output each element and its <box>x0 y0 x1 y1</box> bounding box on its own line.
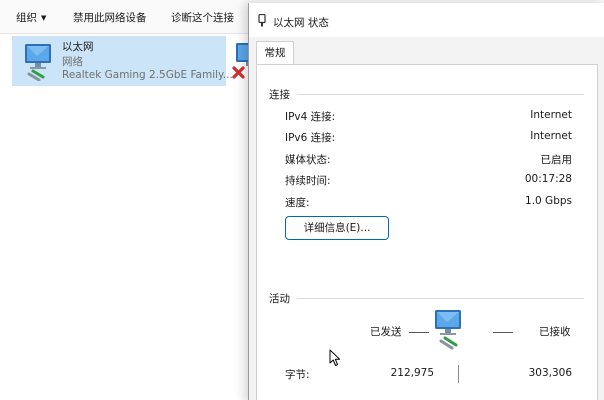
ipv4-label: IPv4 连接: <box>285 111 336 123</box>
media-state-value: 已启用 <box>540 154 573 166</box>
connection-name: 以太网 <box>62 41 94 53</box>
tab-general[interactable]: 常规 <box>256 41 294 65</box>
disable-device-button[interactable]: 禁用此网络设备 <box>73 10 147 25</box>
duration-label: 持续时间: <box>285 175 331 187</box>
ipv6-label: IPv6 连接: <box>285 132 336 144</box>
speed-label: 速度: <box>285 197 310 209</box>
dialog-title-bar[interactable]: 以太网 状态 <box>249 3 604 37</box>
bytes-label: 字节: <box>285 369 310 381</box>
speed-value: 1.0 Gbps <box>525 195 572 207</box>
media-state-label: 媒体状态: <box>285 154 331 166</box>
tab-strip: 常规 <box>249 37 604 65</box>
bytes-received-value: 303,306 <box>528 367 572 379</box>
diagnose-connection-button[interactable]: 诊断这个连接 <box>171 10 234 25</box>
received-dash <box>493 332 513 333</box>
section-divider <box>297 94 584 95</box>
chevron-down-icon: ▼ <box>41 14 47 22</box>
dialog-title: 以太网 状态 <box>273 17 329 29</box>
network-connection-icon <box>25 44 51 81</box>
ipv4-value: Internet <box>530 109 572 121</box>
network-activity-icon <box>435 310 461 350</box>
general-tab-page: 连接 IPv4 连接: Internet IPv6 连接: Internet 媒… <box>256 64 598 400</box>
organize-menu-button[interactable]: 组织 ▼ <box>16 10 46 25</box>
connection-device: Realtek Gaming 2.5GbE Family... <box>62 69 233 81</box>
connection-type: 网络 <box>62 56 83 68</box>
received-label: 已接收 <box>539 326 571 338</box>
activity-section-heading: 活动 <box>269 293 290 305</box>
section-divider <box>297 298 584 299</box>
connection-section-heading: 连接 <box>269 89 290 101</box>
sent-label: 已发送 <box>370 326 402 338</box>
ethernet-status-dialog: 以太网 状态 常规 连接 IPv4 连接: Internet IPv6 连接: … <box>248 3 604 400</box>
organize-label: 组织 <box>16 12 37 24</box>
ipv6-value: Internet <box>530 130 572 142</box>
connection-item-ethernet[interactable]: 以太网 网络 Realtek Gaming 2.5GbE Family... <box>12 36 233 86</box>
mouse-cursor-icon <box>329 349 341 366</box>
duration-value: 00:17:28 <box>524 173 572 185</box>
bytes-divider <box>458 365 459 383</box>
details-button[interactable]: 详细信息(E)... <box>285 216 389 240</box>
ethernet-port-icon <box>258 14 266 27</box>
bytes-sent-value: 212,975 <box>390 367 434 379</box>
